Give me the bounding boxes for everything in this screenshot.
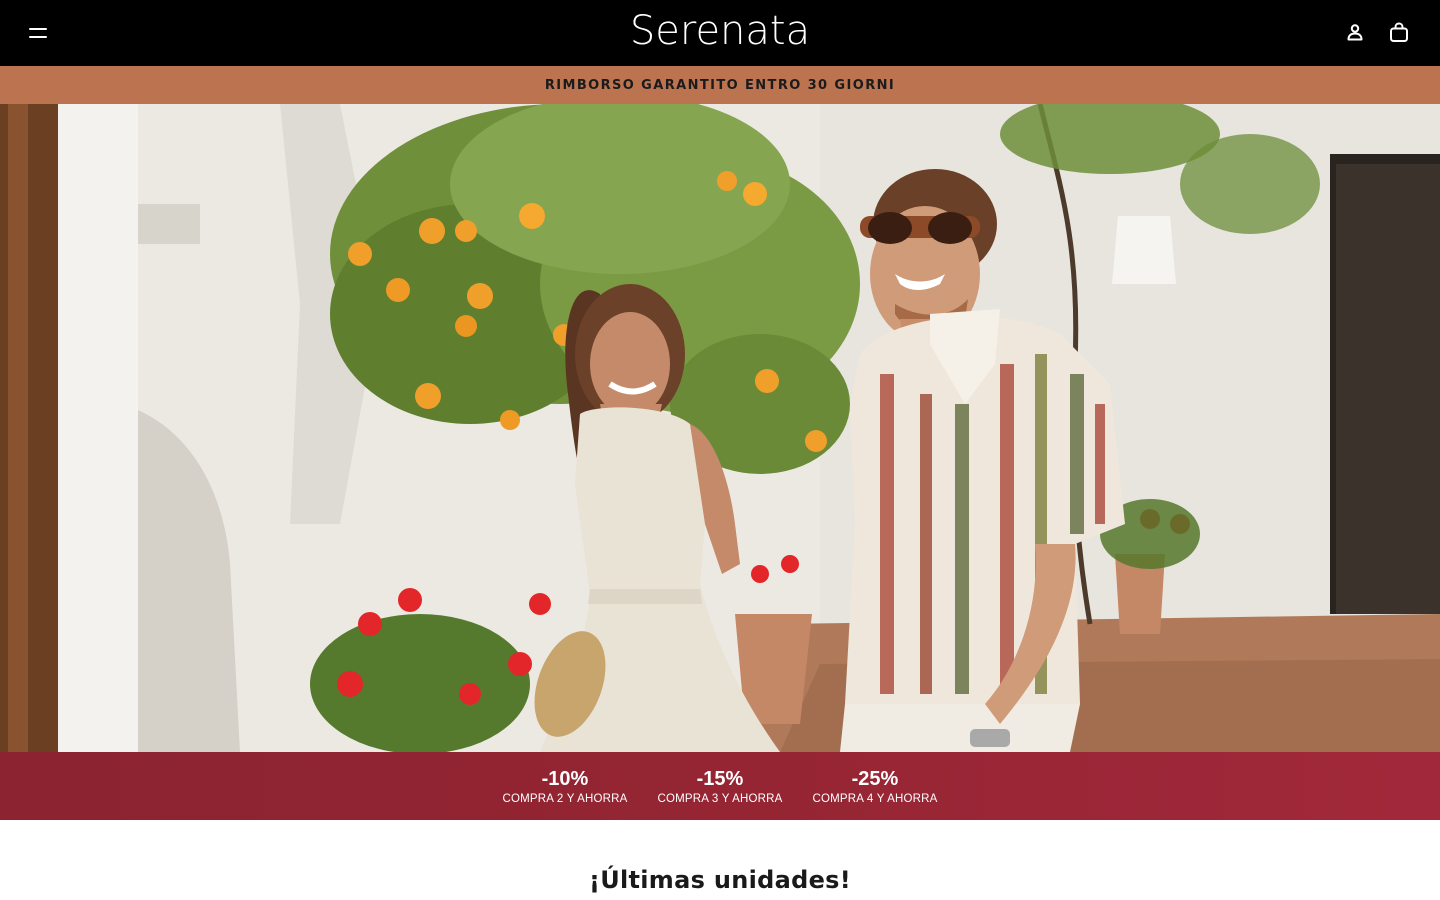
header-actions bbox=[1344, 20, 1410, 44]
hero-image[interactable] bbox=[0, 104, 1440, 752]
discount-tier: -10% COMPRA 2 Y AHORRA bbox=[488, 767, 643, 805]
announcement-text: RIMBORSO GARANTITO ENTRO 30 GIORNI bbox=[544, 77, 896, 93]
brand-logo[interactable]: Serenata bbox=[630, 11, 810, 51]
discount-label: COMPRA 4 Y AHORRA bbox=[812, 793, 938, 805]
hero-illustration bbox=[0, 104, 1440, 752]
shopping-bag-icon[interactable] bbox=[1388, 20, 1410, 44]
discount-percent: -10% bbox=[541, 768, 589, 790]
announcement-bar: RIMBORSO GARANTITO ENTRO 30 GIORNI bbox=[0, 66, 1440, 104]
discount-tier: -15% COMPRA 3 Y AHORRA bbox=[643, 767, 798, 805]
section-title: ¡Últimas unidades! bbox=[588, 866, 852, 894]
discount-percent: -15% bbox=[696, 768, 744, 790]
discount-bar: -10% COMPRA 2 Y AHORRA -15% COMPRA 3 Y A… bbox=[0, 752, 1440, 820]
discount-label: COMPRA 2 Y AHORRA bbox=[502, 793, 628, 805]
discount-tier: -25% COMPRA 4 Y AHORRA bbox=[798, 767, 953, 805]
user-icon[interactable] bbox=[1344, 20, 1366, 44]
site-header: Serenata bbox=[0, 0, 1440, 66]
discount-label: COMPRA 3 Y AHORRA bbox=[657, 793, 783, 805]
discount-percent: -25% bbox=[851, 768, 899, 790]
hamburger-menu-icon[interactable] bbox=[22, 19, 54, 47]
